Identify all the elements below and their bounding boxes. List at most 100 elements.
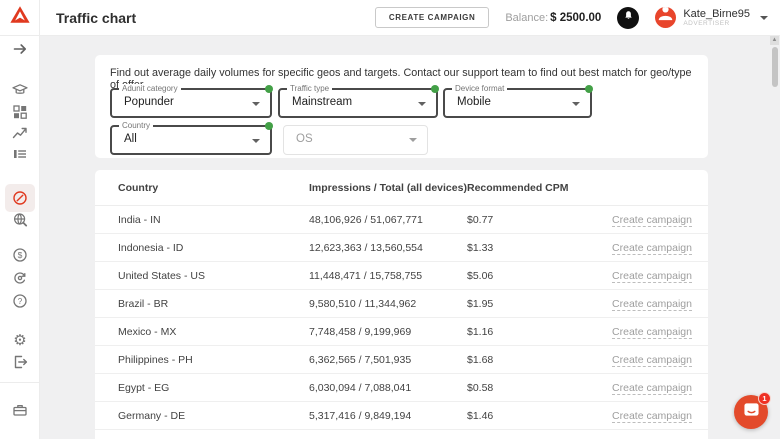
chat-unread-badge: 1 [758, 392, 771, 405]
sidebar-item-referral[interactable] [11, 269, 29, 287]
col-cpm: Recommended CPM [467, 182, 607, 194]
balance-value: $ 2500.00 [550, 12, 601, 24]
balance: Balance:$ 2500.00 [505, 12, 601, 24]
create-campaign-link[interactable]: Create campaign [612, 270, 692, 283]
cell-country: India - IN [95, 214, 309, 226]
arrow-right-icon [11, 40, 29, 58]
user-menu[interactable]: Kate_Birne95 ADVERTISER [683, 8, 750, 27]
country-value: All [124, 133, 137, 145]
statistics-chart-icon [11, 124, 29, 142]
sidebar-item-settings[interactable]: ⚙ [11, 331, 29, 349]
app-window: Traffic chart CREATE CAMPAIGN Balance:$ … [0, 0, 780, 439]
list-icon [11, 145, 29, 163]
cell-impressions: 9,580,510 / 11,344,962 [309, 298, 467, 310]
search-globe-icon [11, 211, 29, 229]
app-header: Traffic chart CREATE CAMPAIGN Balance:$ … [0, 0, 780, 36]
cell-impressions: 11,448,471 / 15,758,755 [309, 270, 467, 282]
referral-program-icon [11, 269, 29, 287]
logout-icon [11, 353, 29, 371]
os-select[interactable]: OS [283, 125, 428, 155]
sidebar-item-academy[interactable] [11, 81, 29, 99]
table-row: India - IN 48,106,926 / 51,067,771 $0.77… [95, 206, 708, 234]
briefcase-icon [11, 401, 29, 419]
country-label: Country [119, 121, 153, 130]
cell-cpm: $0.58 [467, 382, 607, 394]
svg-text:$: $ [18, 250, 23, 260]
dashboard-grid-icon [11, 103, 29, 121]
sidebar-item-statistics[interactable] [11, 124, 29, 142]
create-campaign-link[interactable]: Create campaign [612, 354, 692, 367]
create-campaign-link[interactable]: Create campaign [612, 214, 692, 227]
cell-impressions: 48,106,926 / 51,067,771 [309, 214, 467, 226]
chat-bubble-icon [743, 402, 760, 423]
sidebar-item-campaigns[interactable] [11, 145, 29, 163]
cell-cpm: $0.77 [467, 214, 607, 226]
create-campaign-link[interactable]: Create campaign [612, 410, 692, 423]
filter-active-dot [265, 122, 273, 130]
table-row: Indonesia - ID 12,623,363 / 13,560,554 $… [95, 234, 708, 262]
user-avatar-icon [655, 7, 676, 28]
device-format-value: Mobile [457, 96, 491, 108]
header-actions: CREATE CAMPAIGN Balance:$ 2500.00 [375, 7, 780, 29]
cell-impressions: 6,030,094 / 7,088,041 [309, 382, 467, 394]
filter-active-dot [585, 85, 593, 93]
sidebar-item-tools[interactable] [11, 401, 29, 419]
table-row: United States - US 11,448,471 / 15,758,7… [95, 262, 708, 290]
logout-button[interactable] [11, 353, 29, 371]
traffic-table: Country Impressions / Total (all devices… [95, 170, 708, 439]
sidebar-item-payments[interactable]: $ [11, 246, 29, 264]
expand-sidebar-button[interactable] [11, 40, 29, 58]
cell-country: Mexico - MX [95, 326, 309, 338]
scrollbar-thumb[interactable] [772, 47, 778, 87]
cell-cpm: $5.06 [467, 270, 607, 282]
sidebar: $ ? ⚙ [0, 36, 40, 439]
chevron-down-icon[interactable] [760, 16, 768, 20]
table-row: Philippines - PH 6,362,565 / 7,501,935 $… [95, 346, 708, 374]
cell-country: United States - US [95, 270, 309, 282]
support-chat-button[interactable]: 1 [734, 395, 768, 429]
svg-text:?: ? [18, 297, 23, 306]
compass-icon [11, 189, 29, 207]
create-campaign-button[interactable]: CREATE CAMPAIGN [375, 7, 489, 28]
help-circle-icon: ? [11, 292, 29, 310]
cell-cpm: $1.95 [467, 298, 607, 310]
chevron-down-icon [409, 138, 417, 142]
cell-impressions: 12,623,363 / 13,560,554 [309, 242, 467, 254]
sidebar-item-traffic-chart[interactable] [11, 189, 29, 207]
gear-icon: ⚙ [13, 333, 26, 348]
device-format-select[interactable]: Device format Mobile [443, 88, 592, 118]
create-campaign-link[interactable]: Create campaign [612, 242, 692, 255]
scrollbar-up-button[interactable]: ▲ [770, 36, 779, 45]
graduation-cap-icon [11, 81, 29, 99]
cell-cpm: $1.68 [467, 354, 607, 366]
chevron-down-icon [572, 102, 580, 106]
sidebar-item-dashboard[interactable] [11, 103, 29, 121]
bell-icon [622, 9, 635, 27]
sidebar-item-tracking[interactable] [11, 211, 29, 229]
create-campaign-link[interactable]: Create campaign [612, 326, 692, 339]
table-row: Brazil - BR 9,580,510 / 11,344,962 $1.95… [95, 290, 708, 318]
col-country: Country [95, 182, 309, 194]
notifications-button[interactable] [617, 7, 639, 29]
sidebar-item-help[interactable]: ? [11, 292, 29, 310]
col-impressions: Impressions / Total (all devices) [309, 182, 467, 194]
avatar[interactable] [655, 7, 676, 28]
sidebar-divider [0, 382, 39, 383]
cell-country: Brazil - BR [95, 298, 309, 310]
os-placeholder: OS [296, 133, 313, 145]
brand-logo[interactable] [0, 0, 40, 36]
country-select[interactable]: Country All [110, 125, 272, 155]
create-campaign-link[interactable]: Create campaign [612, 382, 692, 395]
cell-country: Philippines - PH [95, 354, 309, 366]
dollar-circle-icon: $ [11, 246, 29, 264]
balance-label: Balance: [505, 12, 548, 24]
cell-country: Egypt - EG [95, 382, 309, 394]
create-campaign-link[interactable]: Create campaign [612, 298, 692, 311]
traffic-type-select[interactable]: Traffic type Mainstream [278, 88, 438, 118]
cell-country: Indonesia - ID [95, 242, 309, 254]
traffic-type-label: Traffic type [287, 84, 332, 93]
filters-panel: Find out average daily volumes for speci… [95, 55, 708, 158]
filter-active-dot [265, 85, 273, 93]
adunit-category-label: Adunit category [119, 84, 181, 93]
adunit-category-select[interactable]: Adunit category Popunder [110, 88, 272, 118]
